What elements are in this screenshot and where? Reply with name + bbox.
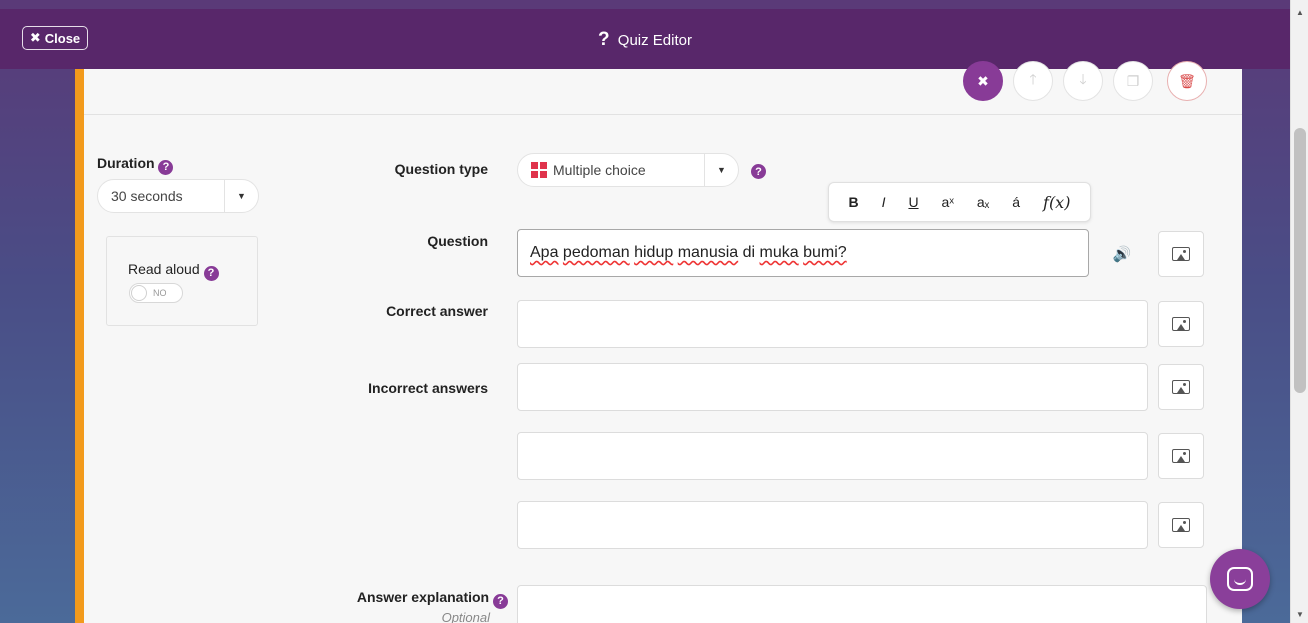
image-icon bbox=[1172, 518, 1190, 532]
question-type-label: Question type bbox=[394, 161, 488, 177]
incorrect-answer-3-image-button[interactable] bbox=[1158, 502, 1204, 548]
move-up-button[interactable]: 🡑 bbox=[1013, 61, 1053, 101]
help-icon[interactable]: ? bbox=[493, 593, 508, 609]
incorrect-answer-input-2[interactable] bbox=[517, 432, 1148, 480]
chat-icon bbox=[1227, 567, 1253, 591]
incorrect-answers-label: Incorrect answers bbox=[368, 380, 488, 396]
answer-explanation-label: Answer explanation ? bbox=[357, 589, 508, 609]
image-icon bbox=[1172, 380, 1190, 394]
incorrect-answer-1-image-button[interactable] bbox=[1158, 364, 1204, 410]
speaker-icon: 🔊 bbox=[1112, 246, 1132, 263]
incorrect-answer-2-image-button[interactable] bbox=[1158, 433, 1204, 479]
close-icon: ✖ bbox=[977, 72, 989, 89]
incorrect-answer-input-3[interactable] bbox=[517, 501, 1148, 549]
arrow-up-icon: 🡑 bbox=[1029, 71, 1037, 87]
top-bar: ✖ Close ? Quiz Editor bbox=[0, 9, 1290, 69]
multiple-choice-icon bbox=[531, 162, 547, 178]
question-label: Question bbox=[427, 233, 488, 249]
duration-value: 30 seconds bbox=[111, 188, 183, 204]
duration-select[interactable]: 30 seconds ▼ bbox=[97, 179, 259, 213]
scrollbar-thumb[interactable] bbox=[1294, 128, 1306, 393]
arrow-down-icon: 🡓 bbox=[1079, 71, 1087, 87]
scrollbar[interactable]: ▲ ▼ bbox=[1290, 0, 1308, 623]
read-aloud-toggle[interactable]: NO bbox=[129, 283, 183, 303]
help-icon[interactable]: ? bbox=[751, 164, 766, 179]
move-down-button[interactable]: 🡓 bbox=[1063, 61, 1103, 101]
page-title: ? Quiz Editor bbox=[598, 29, 692, 50]
quiz-icon: ? bbox=[598, 29, 610, 50]
image-icon bbox=[1172, 317, 1190, 331]
accent-button[interactable]: á bbox=[1012, 194, 1020, 210]
duration-label: Duration ? bbox=[97, 155, 174, 175]
formatting-toolbar: B I U aˣ aₓ á f(x) bbox=[828, 182, 1091, 222]
subscript-button[interactable]: aₓ bbox=[977, 194, 989, 210]
chevron-down-icon[interactable]: ▼ bbox=[224, 180, 258, 212]
question-type-select[interactable]: Multiple choice ▼ bbox=[517, 153, 739, 187]
image-icon bbox=[1172, 247, 1190, 261]
toggle-state: NO bbox=[153, 288, 167, 298]
superscript-button[interactable]: aˣ bbox=[942, 194, 954, 210]
answer-explanation-input[interactable] bbox=[517, 585, 1207, 623]
incorrect-answer-input-1[interactable] bbox=[517, 363, 1148, 411]
duplicate-button[interactable]: ❐ bbox=[1113, 61, 1153, 101]
formula-button[interactable]: f(x) bbox=[1043, 193, 1070, 212]
italic-button[interactable]: I bbox=[882, 194, 886, 210]
toggle-knob bbox=[131, 285, 147, 301]
scroll-down-arrow-icon[interactable]: ▼ bbox=[1291, 610, 1308, 619]
optional-hint: Optional bbox=[441, 610, 490, 623]
copy-icon: ❐ bbox=[1126, 72, 1140, 89]
correct-answer-image-button[interactable] bbox=[1158, 301, 1204, 347]
help-icon[interactable]: ? bbox=[158, 159, 174, 175]
correct-answer-input[interactable] bbox=[517, 300, 1148, 348]
card-toolbar: ✖ 🡑 🡓 ❐ 🗑 bbox=[84, 61, 1242, 115]
chevron-down-icon[interactable]: ▼ bbox=[704, 154, 738, 186]
bold-button[interactable]: B bbox=[848, 194, 858, 210]
read-aloud-label: Read aloud ? bbox=[128, 261, 219, 281]
question-card: ✖ 🡑 🡓 ❐ 🗑 Duration ? 30 seconds ▼ Read a… bbox=[75, 61, 1242, 623]
image-icon bbox=[1172, 449, 1190, 463]
question-image-button[interactable] bbox=[1158, 231, 1204, 277]
question-input[interactable]: Apa pedoman hidup manusia di muka bumi? bbox=[517, 229, 1089, 277]
help-icon[interactable]: ? bbox=[203, 265, 219, 281]
chat-launcher-button[interactable] bbox=[1210, 549, 1270, 609]
correct-answer-label: Correct answer bbox=[386, 303, 488, 319]
delete-button[interactable]: 🗑 bbox=[1167, 61, 1207, 101]
underline-button[interactable]: U bbox=[908, 194, 918, 210]
audio-button[interactable]: 🔊 bbox=[1099, 231, 1145, 277]
collapse-button[interactable]: ✖ bbox=[963, 61, 1003, 101]
trash-icon: 🗑 bbox=[1178, 72, 1196, 89]
question-type-value: Multiple choice bbox=[518, 162, 704, 178]
scroll-up-arrow-icon[interactable]: ▲ bbox=[1291, 8, 1308, 17]
read-aloud-box: Read aloud ? NO bbox=[106, 236, 258, 326]
